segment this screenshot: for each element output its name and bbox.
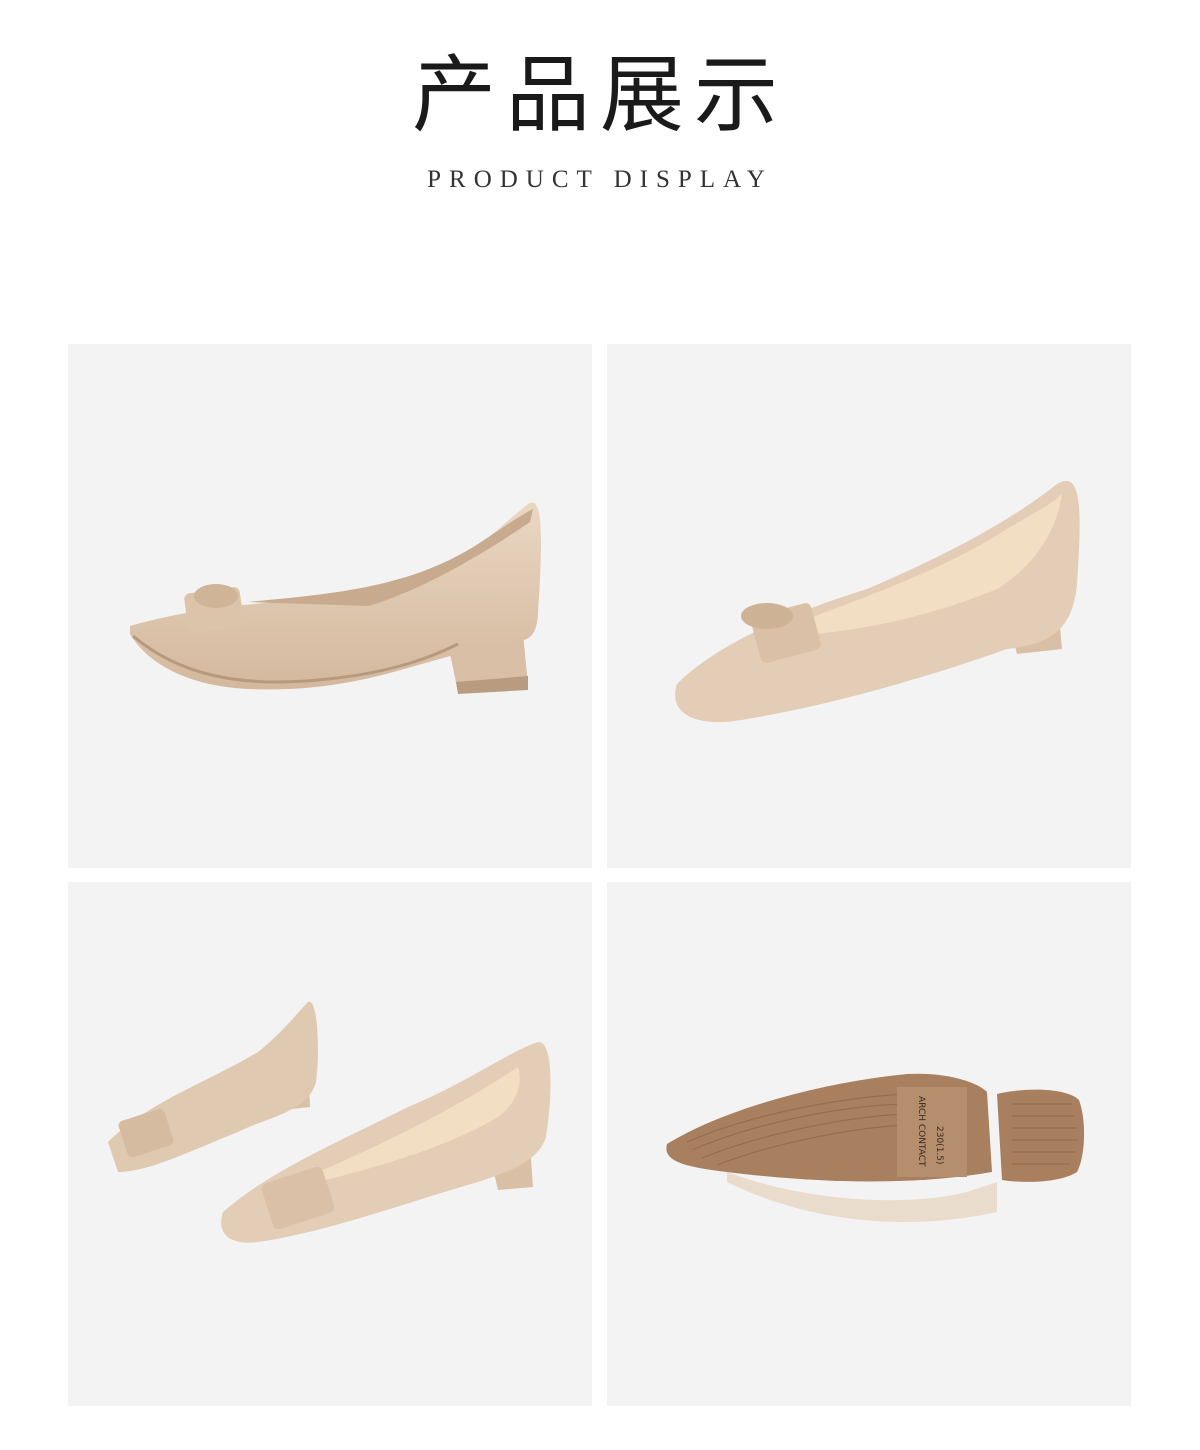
page-title: 产品展示 bbox=[411, 46, 788, 144]
product-photo-three-quarter bbox=[607, 344, 1131, 868]
page-subtitle: PRODUCT DISPLAY bbox=[427, 166, 773, 193]
shoe-outsole-image: ARCH CONTACT 230(1.5) bbox=[666, 1073, 1085, 1222]
sole-text: ARCH CONTACT bbox=[916, 1096, 926, 1167]
shoe-pair-image bbox=[108, 1001, 551, 1243]
shoe-three-quarter-image bbox=[675, 480, 1080, 723]
sole-size-text: 230(1.5) bbox=[934, 1126, 944, 1165]
product-photo-outsole: ARCH CONTACT 230(1.5) bbox=[607, 882, 1131, 1406]
shoe-side-image bbox=[130, 502, 541, 694]
product-photo-pair bbox=[68, 882, 592, 1406]
product-photo-side bbox=[68, 344, 592, 868]
